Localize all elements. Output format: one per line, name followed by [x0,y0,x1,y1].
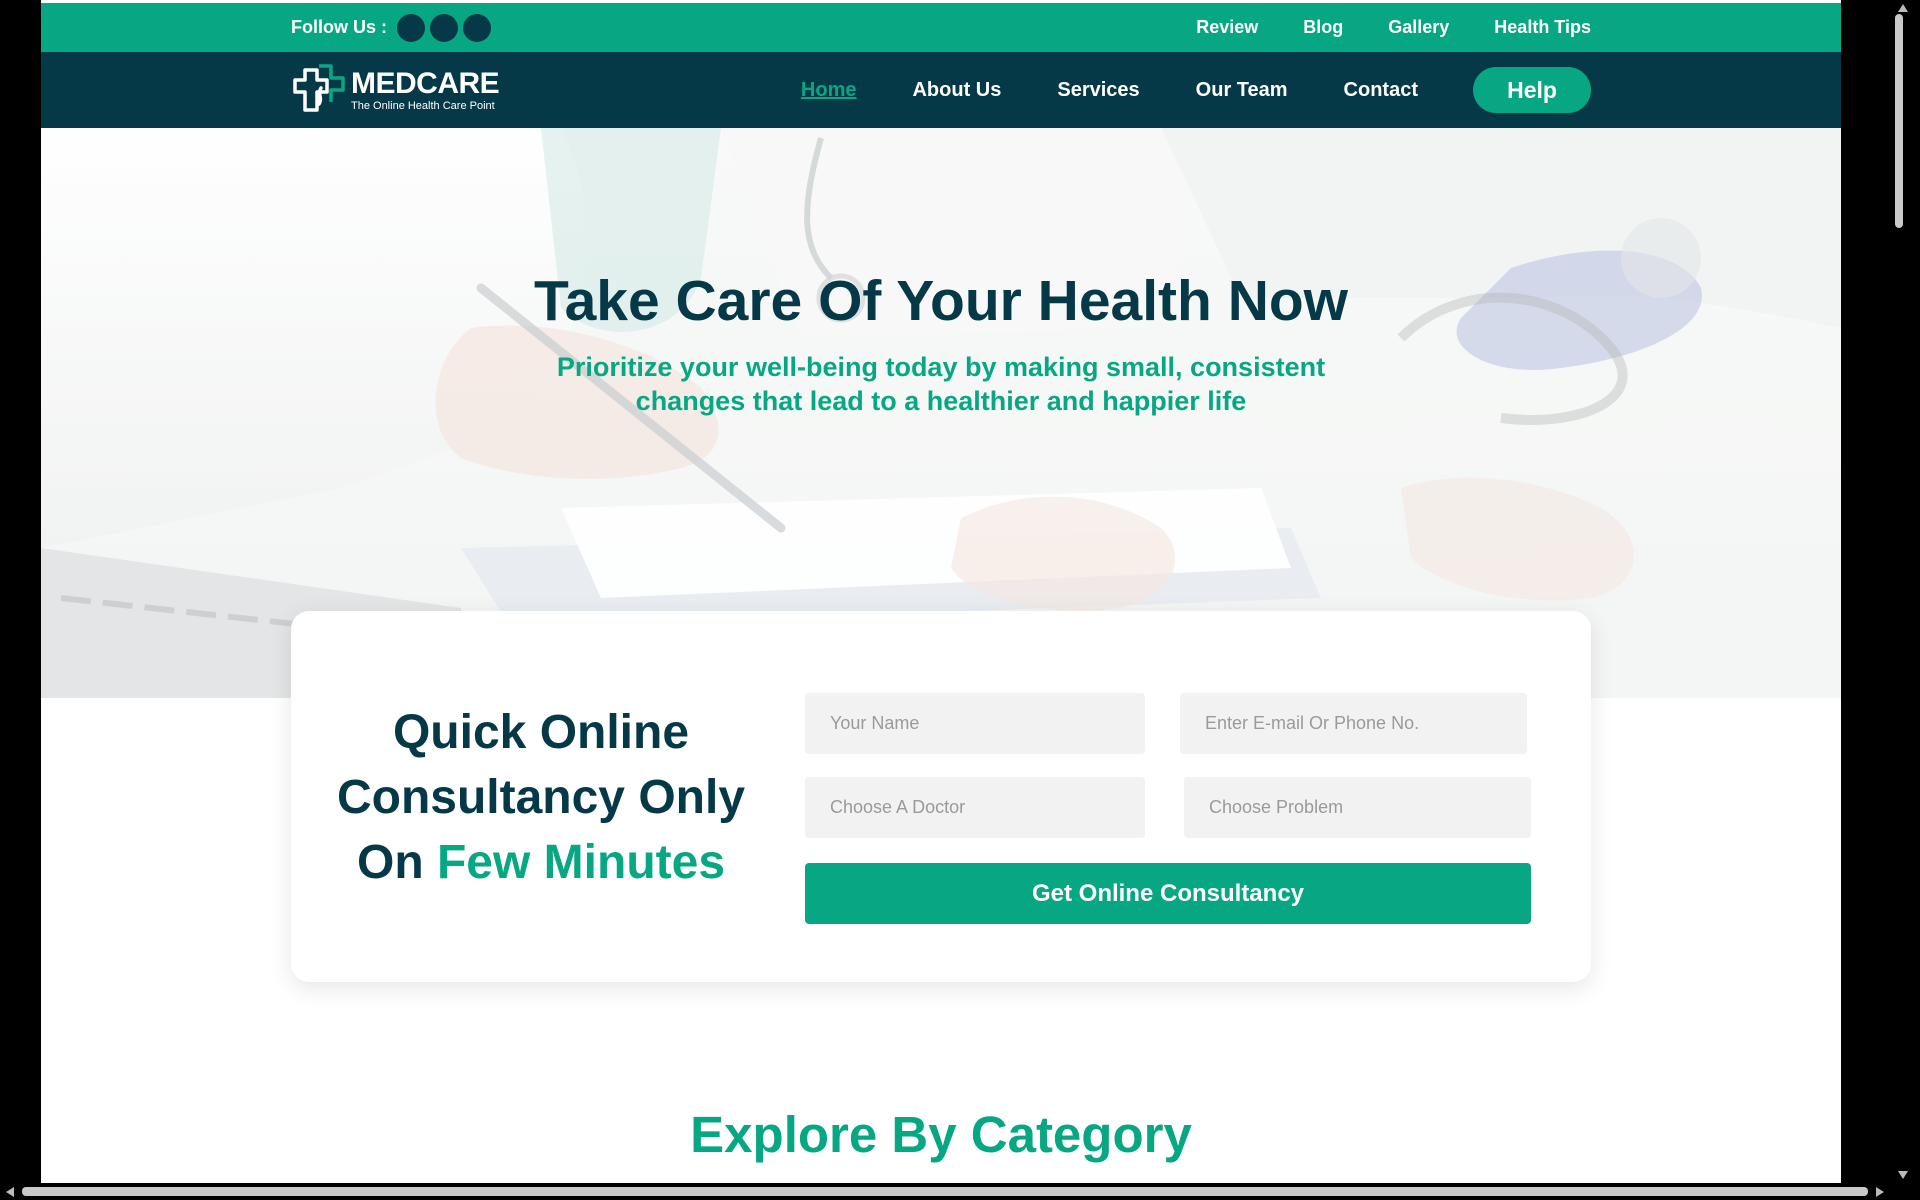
scroll-down-arrow-icon[interactable] [1898,1171,1908,1179]
logo-tagline: The Online Health Care Point [351,99,495,112]
top-link-health-tips[interactable]: Health Tips [1494,17,1591,38]
consultancy-title-accent: Few Minutes [436,836,726,889]
top-link-review[interactable]: Review [1196,17,1258,38]
help-button[interactable]: Help [1473,67,1591,113]
email-phone-input[interactable] [1180,693,1527,754]
social-icon-1[interactable] [397,13,425,42]
social-links [397,13,491,42]
primary-nav: Home About Us Services Our Team Contact … [801,52,1591,128]
top-link-gallery[interactable]: Gallery [1388,17,1449,38]
top-bar: Follow Us : Review Blog Gallery Health T… [41,3,1841,52]
top-links: Review Blog Gallery Health Tips [1196,3,1591,52]
scroll-left-arrow-icon[interactable] [6,1187,14,1197]
follow-us-label: Follow Us : [291,17,387,37]
scroll-up-arrow-icon[interactable] [1898,4,1908,12]
logo-text: MEDCARE The Online Health Care Point [351,66,500,112]
vertical-scrollbar[interactable] [1892,0,1920,1183]
horizontal-scrollbar[interactable] [0,1183,1920,1200]
hero-title: Take Care Of Your Health Now [533,269,1349,333]
choose-doctor-select[interactable] [805,777,1145,838]
vertical-scroll-thumb[interactable] [1895,14,1903,228]
horizontal-scroll-thumb[interactable] [22,1187,1868,1196]
social-icon-2[interactable] [430,13,458,42]
nav-item-about-us[interactable]: About Us [912,79,1001,102]
logo[interactable]: MEDCARE The Online Health Care Point [291,62,500,118]
consultancy-title: Quick Online Consultancy Only On Few Min… [331,700,751,895]
hero-subtitle: Prioritize your well-being today by maki… [556,352,1326,416]
follow-us: Follow Us : [291,3,491,52]
explore-category-heading: Explore By Category [690,1106,1192,1163]
nav-item-contact[interactable]: Contact [1344,79,1418,102]
medical-cross-logo-icon [293,64,345,112]
name-input[interactable] [805,693,1145,754]
get-consultancy-button[interactable]: Get Online Consultancy [805,863,1531,924]
scroll-right-arrow-icon[interactable] [1876,1187,1884,1197]
nav-item-services[interactable]: Services [1057,79,1139,102]
choose-problem-select[interactable] [1184,777,1531,838]
nav-item-our-team[interactable]: Our Team [1196,79,1288,102]
social-icon-3[interactable] [463,13,491,42]
top-link-blog[interactable]: Blog [1303,17,1343,38]
main-navbar: MEDCARE The Online Health Care Point Hom… [41,52,1841,128]
web-page: Follow Us : Review Blog Gallery Health T… [41,0,1841,1183]
nav-item-home[interactable]: Home [801,79,857,102]
consultancy-card: Quick Online Consultancy Only On Few Min… [291,611,1591,982]
logo-name: MEDCARE [351,66,500,100]
